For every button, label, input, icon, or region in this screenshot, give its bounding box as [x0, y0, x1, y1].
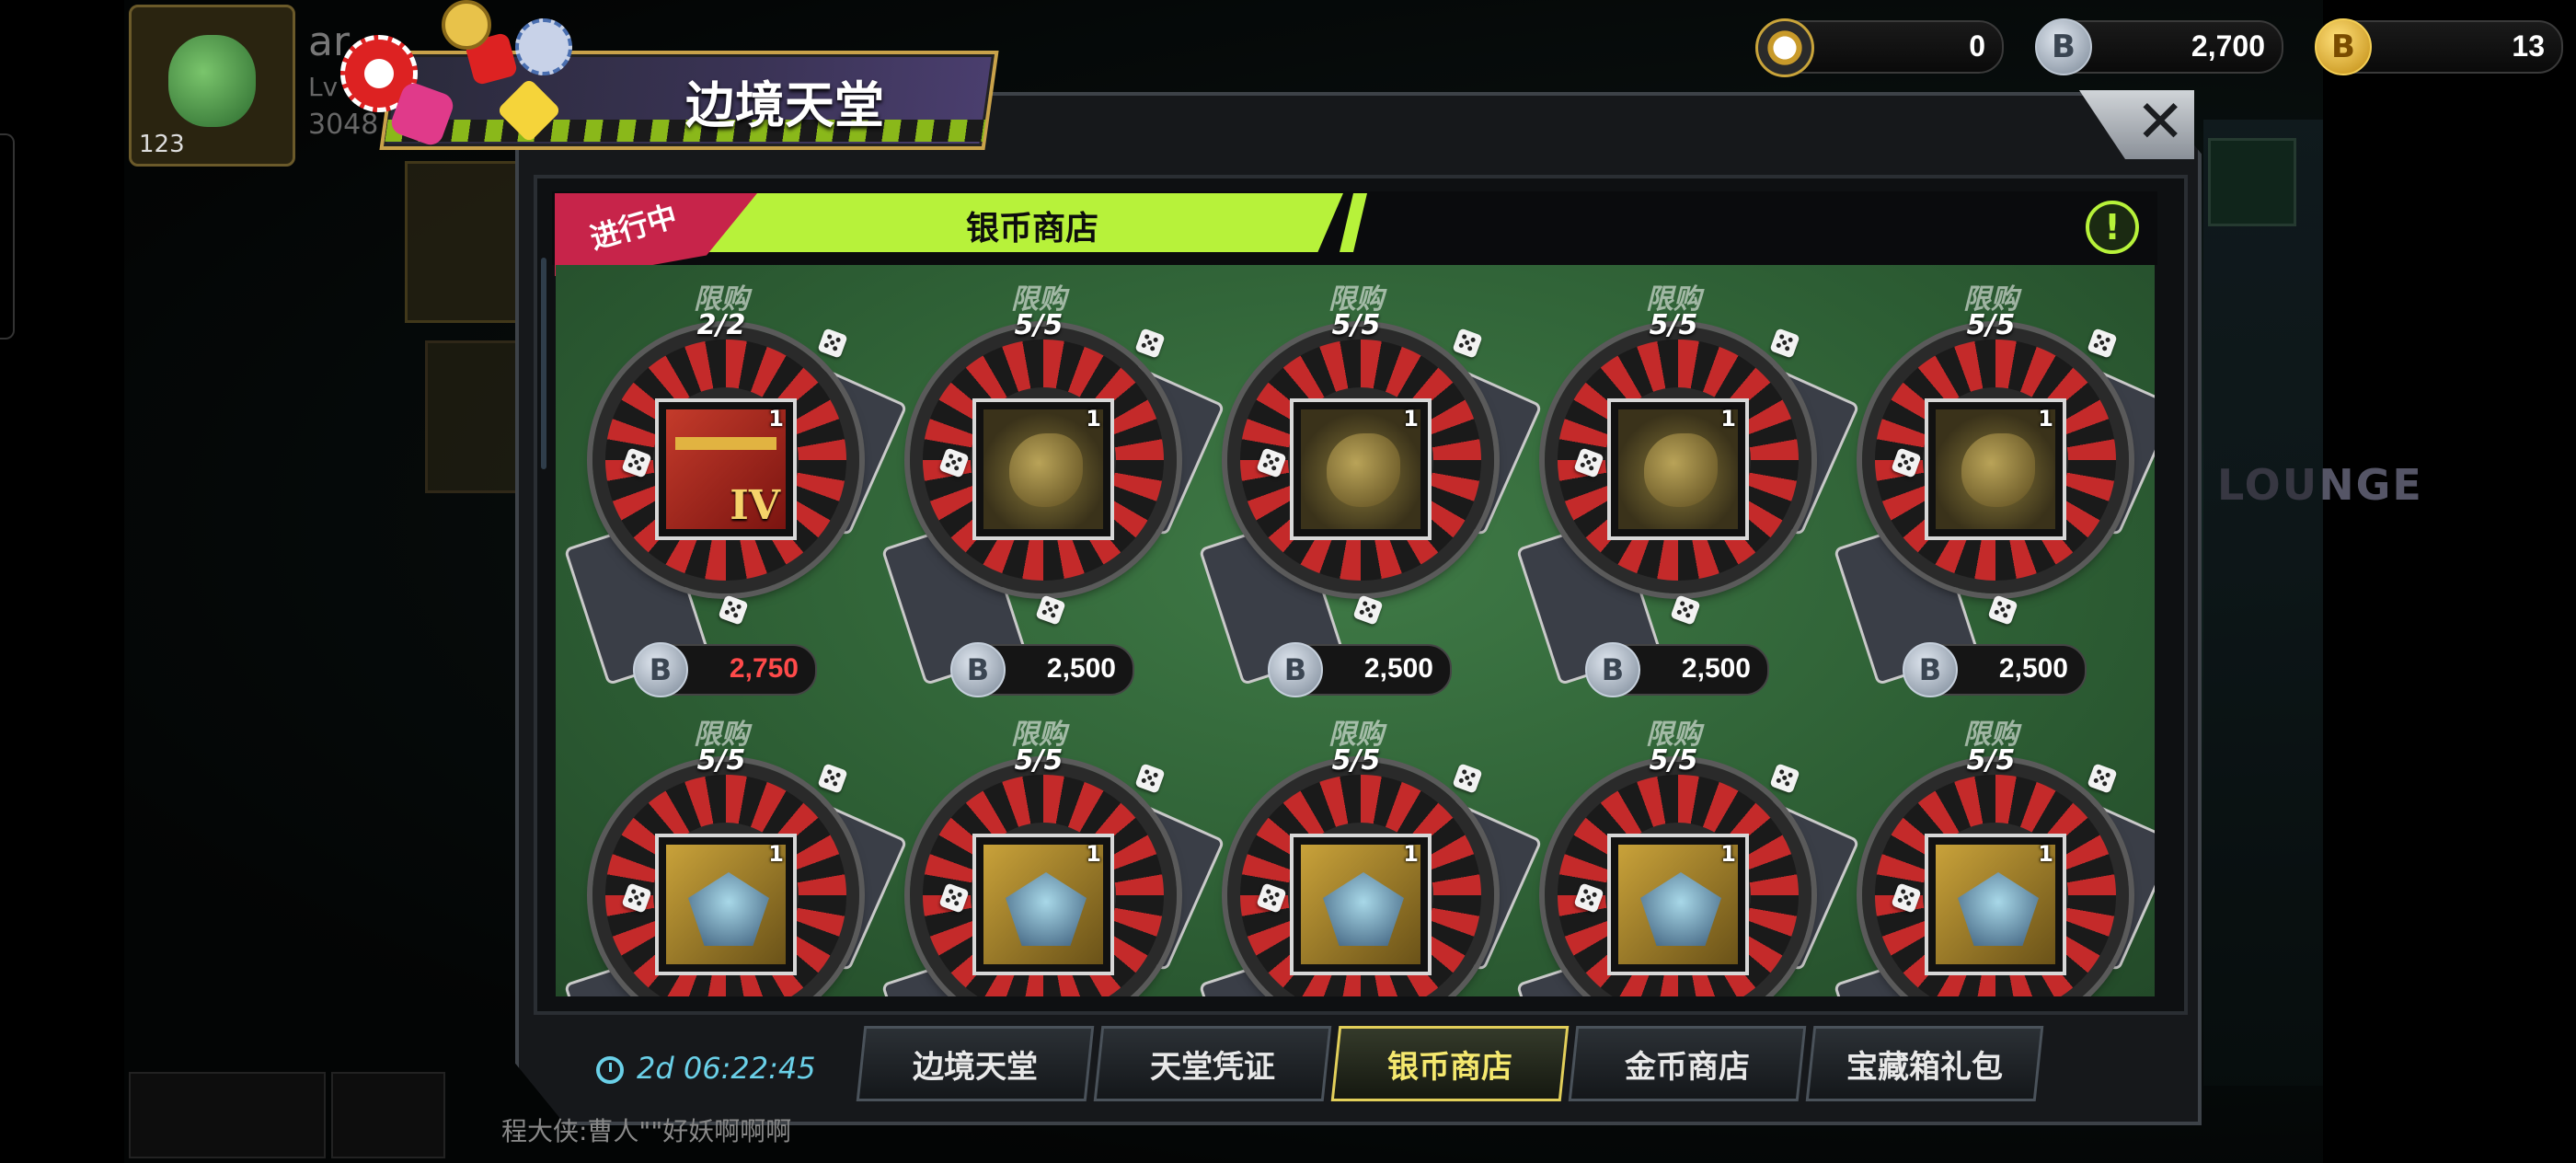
shop-item[interactable]: 限购 5/5 1 B 2,500: [1515, 276, 1860, 713]
level-fund-banner[interactable]: [405, 161, 521, 323]
tab-silver-shop[interactable]: 银币商店: [1330, 1026, 1570, 1101]
tab-label: 宝藏箱礼包: [1846, 1048, 2003, 1086]
countdown-timer: 2d 06:22:45: [637, 1051, 816, 1086]
item-quantity: 1: [768, 841, 784, 867]
item-quantity: 1: [1720, 841, 1736, 867]
friends-button[interactable]: [129, 1072, 326, 1158]
item-icon-frame[interactable]: 1: [1925, 834, 2066, 975]
side-event-banner[interactable]: [425, 340, 523, 493]
item-quantity: 1: [1720, 406, 1736, 432]
purchase-limit-count: 5/5: [1966, 309, 2016, 341]
chest-tier-label: IV: [730, 482, 780, 529]
price-button[interactable]: B 2,750: [633, 642, 817, 697]
shop-item[interactable]: 限购 5/5 1 B 2,500: [1198, 276, 1543, 713]
silver-currency[interactable]: B 2,700: [2035, 18, 2283, 75]
tab-label: 银币商店: [1387, 1048, 1512, 1086]
avatar-face-icon: [168, 35, 256, 127]
price-value: 2,500: [1363, 653, 1433, 684]
gold-value: 13: [2512, 29, 2545, 63]
purchase-limit-count: 5/5: [1331, 309, 1381, 341]
silver-coin-icon: B: [1903, 642, 1958, 697]
event-title: 边境天堂: [685, 76, 884, 134]
gold-currency[interactable]: B 13: [2315, 18, 2563, 75]
purchase-limit-count: 5/5: [1649, 309, 1698, 341]
timer-icon: [596, 1056, 624, 1084]
shop-item[interactable]: 限购 5/5 1: [1515, 711, 1860, 996]
price-button[interactable]: B 2,500: [950, 642, 1134, 697]
shop-item[interactable]: 限购 2/2 IV 1 B 2,750: [563, 276, 908, 713]
tab-label: 边境天堂: [913, 1048, 1038, 1086]
shop-item[interactable]: 限购 5/5 1 B 2,500: [880, 276, 1225, 713]
item-icon-frame[interactable]: 1: [655, 834, 797, 975]
dice-icon: [1670, 594, 1701, 626]
tab-treasure-chest-pack[interactable]: 宝藏箱礼包: [1805, 1026, 2044, 1101]
scrollbar[interactable]: [541, 258, 546, 469]
item-icon-frame[interactable]: IV 1: [655, 398, 797, 540]
chat-message: 程大侠:曹人""好妖啊啊啊: [501, 1116, 792, 1146]
purchase-limit-count: 5/5: [1331, 744, 1381, 777]
dice-icon: [1035, 594, 1066, 626]
dice-icon: [718, 594, 749, 626]
tab-label: 天堂凭证: [1150, 1048, 1275, 1086]
item-icon-frame[interactable]: 1: [1607, 834, 1749, 975]
side-edge-handle: [0, 133, 15, 340]
tab-frontier-paradise[interactable]: 边境天堂: [856, 1026, 1095, 1101]
section-title: 银币商店: [966, 210, 1099, 248]
chat-button[interactable]: [331, 1072, 445, 1158]
dice-icon: [1352, 594, 1384, 626]
silver-coin-icon: B: [2035, 18, 2092, 75]
price-button[interactable]: B 2,500: [1903, 642, 2087, 697]
price-value: 2,750: [729, 653, 799, 684]
purchase-limit-count: 5/5: [1649, 744, 1698, 777]
item-quantity: 1: [1086, 406, 1101, 432]
price-value: 2,500: [1681, 653, 1751, 684]
item-icon-frame[interactable]: 1: [1925, 398, 2066, 540]
dice-icon: [1987, 594, 2018, 626]
item-icon-frame[interactable]: 1: [1290, 398, 1432, 540]
price-value: 2,500: [1998, 653, 2068, 684]
item-icon-frame[interactable]: 1: [972, 834, 1114, 975]
item-icon-frame[interactable]: 1: [1290, 834, 1432, 975]
player-avatar[interactable]: 123: [129, 5, 295, 167]
casino-decoration-icon: [331, 0, 607, 149]
player-level: 123: [139, 131, 185, 158]
item-icon-frame[interactable]: 1: [972, 398, 1114, 540]
casino-chip-icon: [1755, 18, 1814, 77]
item-quantity: 1: [1403, 406, 1419, 432]
item-quantity: 1: [2038, 406, 2053, 432]
tab-gold-shop[interactable]: 金币商店: [1568, 1026, 1807, 1101]
silver-coin-icon: B: [950, 642, 1006, 697]
silver-coin-icon: B: [1268, 642, 1323, 697]
silver-value: 2,700: [2191, 29, 2265, 63]
info-button[interactable]: !: [2086, 201, 2139, 254]
price-button[interactable]: B 2,500: [1585, 642, 1769, 697]
purchase-limit-count: 5/5: [696, 744, 746, 777]
purchase-limit-count: 5/5: [1014, 309, 1064, 341]
shop-item[interactable]: 限购 5/5 1: [563, 711, 908, 996]
shop-item[interactable]: 限购 5/5 1: [1833, 711, 2155, 996]
item-grid: 限购 2/2 IV 1 B 2,750 限购 5/5 1 B 2,500 限购 5/5 1 B 2,500 限购…: [556, 265, 2155, 996]
price-button[interactable]: B 2,500: [1268, 642, 1452, 697]
shop-item[interactable]: 限购 5/5 1: [880, 711, 1225, 996]
chip-currency[interactable]: 0: [1755, 18, 2004, 77]
item-quantity: 1: [2038, 841, 2053, 867]
item-icon-frame[interactable]: 1: [1607, 398, 1749, 540]
purchase-limit-count: 5/5: [1014, 744, 1064, 777]
item-quantity: 1: [1086, 841, 1101, 867]
silver-coin-icon: B: [1585, 642, 1640, 697]
close-icon: ✕: [2135, 87, 2185, 156]
shop-item[interactable]: 限购 5/5 1 B 2,500: [1833, 276, 2155, 713]
shop-item[interactable]: 限购 5/5 1: [1198, 711, 1543, 996]
item-quantity: 1: [1403, 841, 1419, 867]
purchase-limit-count: 2/2: [696, 309, 746, 341]
silver-coin-icon: B: [633, 642, 688, 697]
tab-label: 金币商店: [1625, 1048, 1750, 1086]
tab-paradise-voucher[interactable]: 天堂凭证: [1093, 1026, 1332, 1101]
item-quantity: 1: [768, 406, 784, 432]
chip-value: 0: [1969, 29, 1985, 63]
purchase-limit-count: 5/5: [1966, 744, 2016, 777]
gold-coin-icon: B: [2315, 18, 2372, 75]
price-value: 2,500: [1046, 653, 1116, 684]
